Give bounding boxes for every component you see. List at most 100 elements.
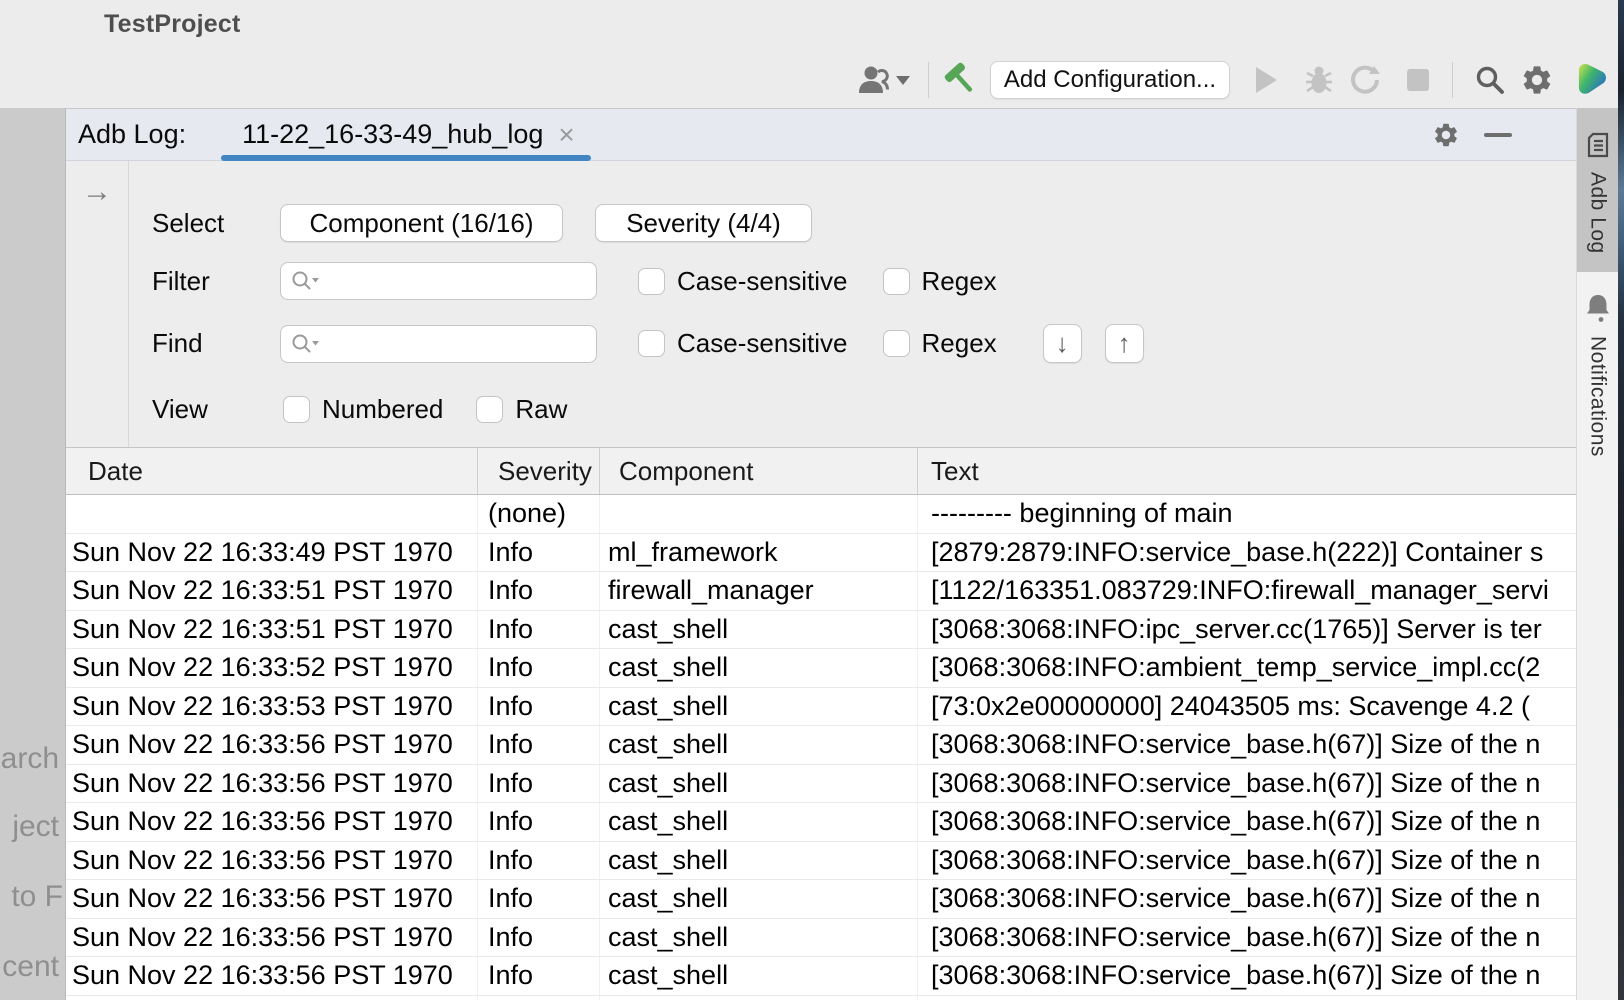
severity-filter-button[interactable]: Severity (4/4): [595, 204, 812, 242]
cell-text: [73:0x2e00000000] 24043505 ms: Scavenge …: [918, 688, 1576, 726]
table-row[interactable]: Sun Nov 22 16:33:56 PST 1970Infocast_she…: [66, 803, 1576, 842]
stop-icon: [1407, 69, 1429, 91]
cell-component: [600, 495, 918, 533]
cell-date: Sun Nov 22 16:33:56 PST 1970: [66, 803, 478, 841]
log-file-tab[interactable]: 11-22_16-33-49_hub_log ×: [221, 109, 591, 161]
cell-text: [2879:2879:INFO:service_base.h(222)] Con…: [918, 534, 1576, 572]
cell-component: cast_shell: [600, 803, 918, 841]
numbered-checkbox[interactable]: [283, 396, 310, 423]
ide-settings-button[interactable]: [1520, 55, 1554, 105]
search-everywhere-button[interactable]: [1474, 55, 1506, 105]
user-profile-button[interactable]: [856, 55, 910, 105]
log-table: Date Severity Component Text (none) -----…: [66, 447, 1576, 1000]
cell-component: cast_shell: [600, 842, 918, 880]
find-regex-checkbox[interactable]: [883, 330, 910, 357]
find-next-button[interactable]: ↓: [1043, 324, 1082, 363]
cell-component: cast_shell: [600, 957, 918, 995]
component-filter-button[interactable]: Component (16/16): [280, 204, 563, 242]
table-row[interactable]: Sun Nov 22 16:33:56 PST 1970Infocast_she…: [66, 957, 1576, 996]
cell-severity: Info: [478, 957, 600, 995]
add-configuration-button[interactable]: Add Configuration...: [990, 61, 1230, 99]
cell-date: Sun Nov 22 16:33:56 PST 1970: [66, 765, 478, 803]
cell-text: [3068:3068:INFO:ipc_server.cc(1765)] Ser…: [918, 611, 1576, 649]
background-text-fragment: cent: [2, 950, 59, 984]
find-case-sensitive-checkbox[interactable]: [638, 330, 665, 357]
cell-text: [3068:3068:INFO:service_base.h(67)] Size…: [918, 880, 1576, 918]
cell-date: Sun Nov 22 16:33:56 PST 1970: [66, 919, 478, 957]
table-row[interactable]: Sun Nov 22 16:33:56 PST 1970Infocast_she…: [66, 919, 1576, 958]
profiler-button-disabled: [1349, 55, 1381, 105]
toolbar-divider: [1452, 62, 1453, 98]
numbered-label: Numbered: [322, 394, 443, 425]
adb-log-panel: Adb Log: 11-22_16-33-49_hub_log × → Sele…: [66, 108, 1576, 1000]
hammer-icon: [942, 61, 980, 99]
filter-regex-checkbox[interactable]: [883, 268, 910, 295]
table-row[interactable]: Sun Nov 22 16:33:52 PST 1970Infocast_she…: [66, 649, 1576, 688]
toolbar-divider: [928, 62, 929, 98]
cell-text: [3068:3068:INFO:service_base.h(67)] Size…: [918, 765, 1576, 803]
table-row[interactable]: Sun Nov 22 16:33:56 PST 1970Infocast_she…: [66, 726, 1576, 765]
sidebar-tab-adb-log[interactable]: Adb Log: [1577, 108, 1618, 272]
table-row[interactable]: Sun Nov 22 16:33:56 PST 1970Infocast_she…: [66, 996, 1576, 1000]
adb-log-group-label: Adb Log:: [78, 119, 186, 150]
cell-date: Sun Nov 22 16:33:53 PST 1970: [66, 688, 478, 726]
active-tab-underline: [221, 155, 591, 161]
stop-button-disabled: [1407, 55, 1429, 105]
sidebar-tab-adb-log-label: Adb Log: [1586, 172, 1610, 254]
find-regex-label: Regex: [922, 328, 997, 359]
cell-severity: Info: [478, 534, 600, 572]
cell-text: [3068:3068:INFO:service_base.h(67)] Size…: [918, 919, 1576, 957]
cell-component: cast_shell: [600, 996, 918, 1000]
table-row[interactable]: Sun Nov 22 16:33:53 PST 1970Infocast_she…: [66, 688, 1576, 727]
table-row[interactable]: Sun Nov 22 16:33:56 PST 1970Infocast_she…: [66, 842, 1576, 881]
panel-settings-button[interactable]: [1432, 121, 1460, 149]
cell-severity: Info: [478, 765, 600, 803]
cell-severity: Info: [478, 726, 600, 764]
table-row[interactable]: Sun Nov 22 16:33:56 PST 1970Infocast_she…: [66, 880, 1576, 919]
cell-date: [66, 495, 478, 533]
cell-component: cast_shell: [600, 765, 918, 803]
find-input-box[interactable]: [280, 325, 597, 363]
table-row[interactable]: Sun Nov 22 16:33:56 PST 1970Infocast_she…: [66, 765, 1576, 804]
cell-component: cast_shell: [600, 611, 918, 649]
chevron-down-icon: [896, 76, 910, 85]
cell-date: Sun Nov 22 16:33:51 PST 1970: [66, 572, 478, 610]
table-row[interactable]: Sun Nov 22 16:33:49 PST 1970Infoml_frame…: [66, 534, 1576, 573]
filter-input[interactable]: [325, 266, 575, 296]
right-tool-window-bar: Adb Log Notifications: [1576, 108, 1618, 1000]
cell-date: Sun Nov 22 16:33:56 PST 1970: [66, 842, 478, 880]
cell-date: Sun Nov 22 16:33:56 PST 1970: [66, 726, 478, 764]
column-header-severity[interactable]: Severity: [478, 448, 600, 494]
sidebar-tab-notifications-label: Notifications: [1586, 336, 1610, 457]
user-icon: [856, 64, 890, 96]
cell-severity: (none): [478, 495, 600, 533]
filter-case-sensitive-checkbox[interactable]: [638, 268, 665, 295]
filter-input-box[interactable]: [280, 262, 597, 300]
column-header-text[interactable]: Text: [918, 448, 1576, 494]
table-row[interactable]: Sun Nov 22 16:33:51 PST 1970Infocast_she…: [66, 611, 1576, 650]
minimize-panel-button[interactable]: [1484, 133, 1512, 137]
close-icon[interactable]: ×: [558, 121, 574, 149]
sidebar-tab-notifications[interactable]: Notifications: [1577, 292, 1618, 457]
column-header-component[interactable]: Component: [600, 448, 918, 494]
column-header-date[interactable]: Date: [66, 448, 478, 494]
cell-severity: Info: [478, 611, 600, 649]
table-row[interactable]: Sun Nov 22 16:33:51 PST 1970Infofirewall…: [66, 572, 1576, 611]
cell-date: Sun Nov 22 16:33:56 PST 1970: [66, 957, 478, 995]
find-input[interactable]: [325, 329, 575, 359]
table-row[interactable]: (none) --------- beginning of main: [66, 495, 1576, 534]
find-previous-button[interactable]: ↑: [1105, 324, 1144, 363]
cell-text: --------- beginning of main: [918, 495, 1576, 533]
collapse-arrow-icon[interactable]: →: [82, 175, 128, 209]
cell-severity: Info: [478, 919, 600, 957]
build-button[interactable]: [942, 55, 980, 105]
log-document-icon: [1583, 130, 1613, 160]
raw-checkbox[interactable]: [476, 396, 503, 423]
filter-case-sensitive-label: Case-sensitive: [677, 266, 848, 297]
assistant-sphere-button[interactable]: [1570, 55, 1610, 105]
cell-date: Sun Nov 22 16:33:51 PST 1970: [66, 611, 478, 649]
cell-severity: Info: [478, 649, 600, 687]
cell-severity: Info: [478, 803, 600, 841]
cell-component: cast_shell: [600, 649, 918, 687]
play-icon: [1256, 67, 1277, 93]
